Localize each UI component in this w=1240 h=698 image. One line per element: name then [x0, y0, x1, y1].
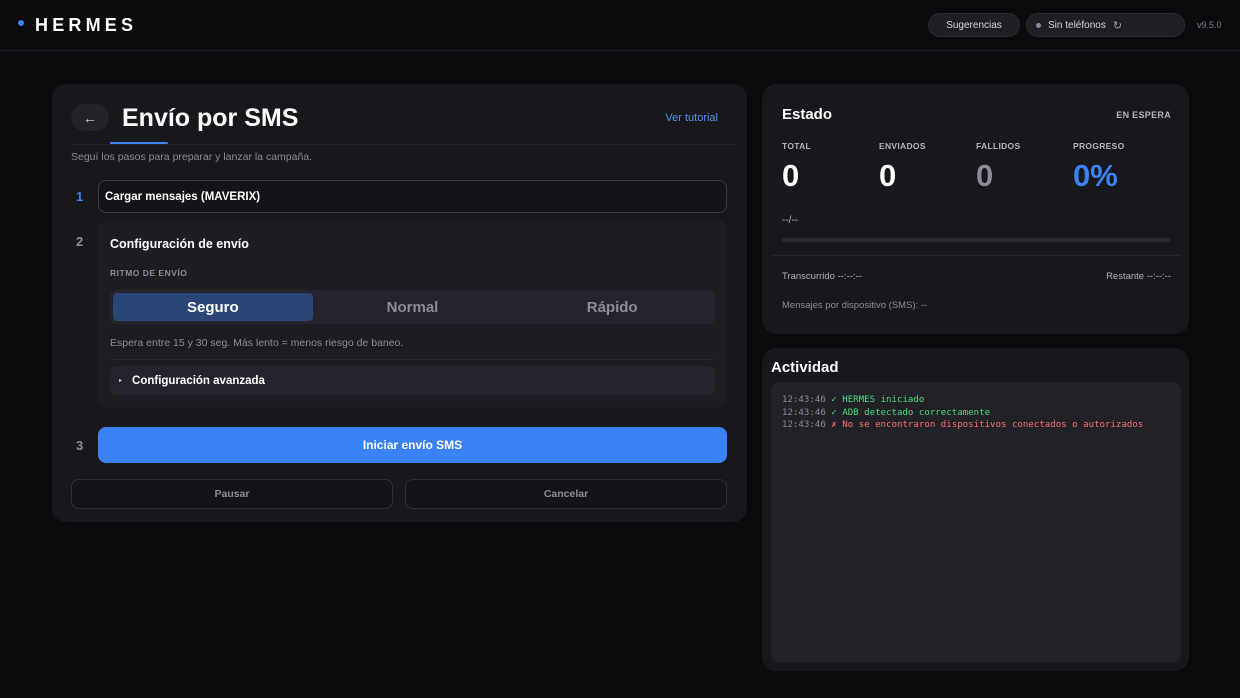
sent-ratio: --/-- [782, 215, 799, 226]
phones-status-label: Sin teléfonos [1048, 19, 1106, 31]
status-dot-icon [1036, 22, 1041, 28]
log-message: ✗ No se encontraron dispositivos conecta… [825, 420, 1144, 431]
page-title: Envío por SMS [122, 104, 299, 132]
stat-progress: PROGRESO 0% [1073, 141, 1125, 194]
load-messages-button[interactable]: Cargar mensajes (MAVERIX) [98, 180, 727, 213]
log-timestamp: 12:43:46 [782, 395, 826, 405]
log-message: ✓ HERMES iniciado [825, 395, 925, 405]
stat-total-label: TOTAL [782, 141, 812, 151]
stat-progress-value: 0% [1073, 158, 1118, 193]
pause-label: Pausar [214, 488, 250, 500]
log-entry: 12:43:46 ✓ HERMES iniciado [782, 394, 1170, 407]
title-divider [71, 144, 739, 145]
brand-dot-icon [18, 19, 24, 26]
status-title: Estado [782, 106, 833, 123]
status-divider [772, 255, 1181, 256]
version-label: v9.5.0 [1197, 20, 1222, 30]
start-sms-label: Iniciar envío SMS [362, 438, 463, 452]
start-sms-button[interactable]: Iniciar envío SMS [98, 427, 727, 463]
pace-label: RITMO DE ENVÍO [110, 268, 188, 278]
expand-triangle-icon: ▸ [119, 378, 123, 384]
log-entry: 12:43:46 ✗ No se encontraron dispositivo… [782, 419, 1170, 432]
refresh-icon[interactable]: ↻ [1113, 19, 1122, 32]
back-arrow-icon: ← [83, 109, 97, 126]
log-timestamp: 12:43:46 [782, 407, 826, 418]
log-entry: 12:43:46 ✓ ADB detectado correctamente [782, 407, 1170, 420]
stat-sent: ENVIADOS 0 [879, 141, 926, 194]
back-button[interactable]: ← [71, 104, 109, 131]
stat-total-value: 0 [782, 158, 800, 193]
sms-send-card: ← Envío por SMS Ver tutorial Seguí los p… [52, 84, 747, 522]
send-config-panel: Configuración de envío RITMO DE ENVÍO Se… [98, 220, 727, 408]
status-badge: EN ESPERA [1116, 110, 1171, 120]
send-config-title: Configuración de envío [110, 237, 249, 251]
stat-total: TOTAL 0 [782, 141, 811, 194]
step-1-number: 1 [76, 189, 84, 204]
title-underline [110, 142, 168, 144]
tutorial-link[interactable]: Ver tutorial [665, 112, 718, 124]
cancel-label: Cancelar [543, 488, 589, 500]
phones-status-button[interactable]: Sin teléfonos ↻ [1026, 13, 1185, 37]
brand: HERMES [18, 15, 137, 36]
log-message: ✓ ADB detectado correctamente [825, 407, 991, 418]
stat-progress-label: PROGRESO [1073, 141, 1125, 151]
suggestions-label: Sugerencias [946, 19, 1002, 31]
suggestions-button[interactable]: Sugerencias [928, 13, 1020, 37]
pace-hint: Espera entre 15 y 30 seg. Más lento = me… [110, 337, 404, 349]
stat-sent-value: 0 [879, 158, 897, 193]
activity-title: Actividad [771, 359, 839, 376]
config-divider [110, 359, 715, 360]
brand-name: HERMES [35, 15, 138, 35]
stat-failed: FALLIDOS 0 [976, 141, 1020, 194]
pause-button[interactable]: Pausar [71, 479, 393, 509]
progress-bar [782, 238, 1170, 242]
top-bar: HERMES Sugerencias Sin teléfonos ↻ v9.5.… [0, 0, 1240, 51]
stat-failed-label: FALLIDOS [976, 141, 1021, 151]
pace-option-rapido[interactable]: Rápido [512, 293, 712, 321]
elapsed-time: Transcurrido --:--:-- [782, 271, 862, 282]
stat-sent-label: ENVIADOS [879, 141, 926, 151]
load-messages-label: Cargar mensajes (MAVERIX) [105, 190, 261, 203]
step-2-number: 2 [76, 234, 84, 249]
cancel-button[interactable]: Cancelar [405, 479, 727, 509]
page-subtitle: Seguí los pasos para preparar y lanzar l… [71, 151, 313, 163]
stat-failed-value: 0 [976, 158, 994, 193]
activity-card: Actividad 12:43:46 ✓ HERMES iniciado 12:4… [762, 348, 1189, 671]
pace-selector: Seguro Normal Rápido [110, 290, 715, 324]
step-3-number: 3 [76, 438, 84, 453]
status-card: Estado EN ESPERA TOTAL 0 ENVIADOS 0 FALL… [762, 84, 1189, 334]
pace-option-normal[interactable]: Normal [313, 293, 513, 321]
remaining-time: Restante --:--:-- [1106, 271, 1171, 282]
advanced-config-label: Configuración avanzada [132, 374, 265, 387]
activity-log: 12:43:46 ✓ HERMES iniciado 12:43:46 ✓ ADB… [771, 382, 1181, 662]
log-timestamp: 12:43:46 [782, 420, 826, 431]
messages-per-device: Mensajes por dispositivo (SMS): -- [782, 300, 928, 311]
advanced-config-toggle[interactable]: ▸ Configuración avanzada [110, 366, 715, 395]
pace-option-seguro[interactable]: Seguro [113, 293, 313, 321]
